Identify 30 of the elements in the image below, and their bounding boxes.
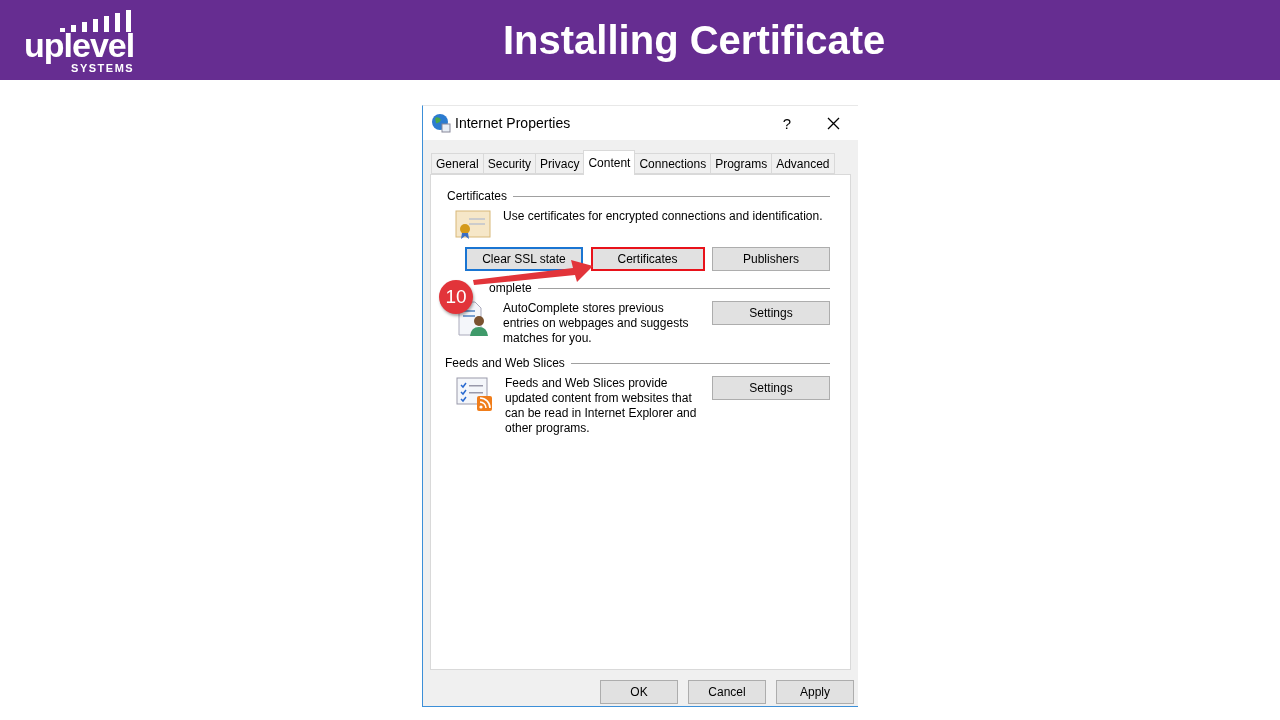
dialog-button[interactable]: OK [600, 680, 678, 704]
dialog-button[interactable]: Certificates [590, 247, 705, 271]
certificate-icon [455, 209, 491, 241]
section-description: Use certificates for encrypted connections and identification. [503, 209, 824, 225]
help-button[interactable]: ? [782, 114, 791, 132]
tab[interactable]: Content [583, 150, 636, 175]
dialog-button[interactable]: Apply [776, 680, 854, 704]
dialog-button[interactable]: Clear SSL state [465, 247, 583, 271]
tab[interactable]: Programs [710, 153, 773, 174]
section-description: AutoComplete stores previous entries on webpages and suggests matches for you. [503, 301, 690, 346]
window-title: Internet Properties [455, 115, 572, 131]
tab[interactable]: General [431, 153, 484, 174]
tab[interactable]: Connections [634, 153, 712, 174]
close-icon[interactable] [827, 116, 840, 130]
dialog-button[interactable]: Cancel [688, 680, 766, 704]
section-heading: Certificates [447, 189, 508, 203]
section-heading: omplete [489, 281, 532, 295]
section-description: Feeds and Web Slices provide updated content from websites that can be read in Internet Explorer and other programs. [505, 376, 698, 436]
tab[interactable]: Privacy [535, 153, 585, 174]
slide-title: Installing Certificate [503, 17, 886, 63]
globe-icon [431, 113, 451, 133]
logo-tagline: SYSTEMS [71, 62, 135, 74]
tab[interactable]: Advanced [771, 153, 835, 174]
checklist-rss-icon [455, 376, 493, 412]
settings-button[interactable]: Settings [712, 301, 830, 325]
section-heading: Feeds and Web Slices [445, 356, 565, 370]
logo-wordmark: uplevel [24, 28, 135, 62]
dialog-button[interactable]: Publishers [712, 247, 830, 271]
settings-button[interactable]: Settings [712, 376, 830, 400]
tab[interactable]: Security [482, 153, 537, 174]
